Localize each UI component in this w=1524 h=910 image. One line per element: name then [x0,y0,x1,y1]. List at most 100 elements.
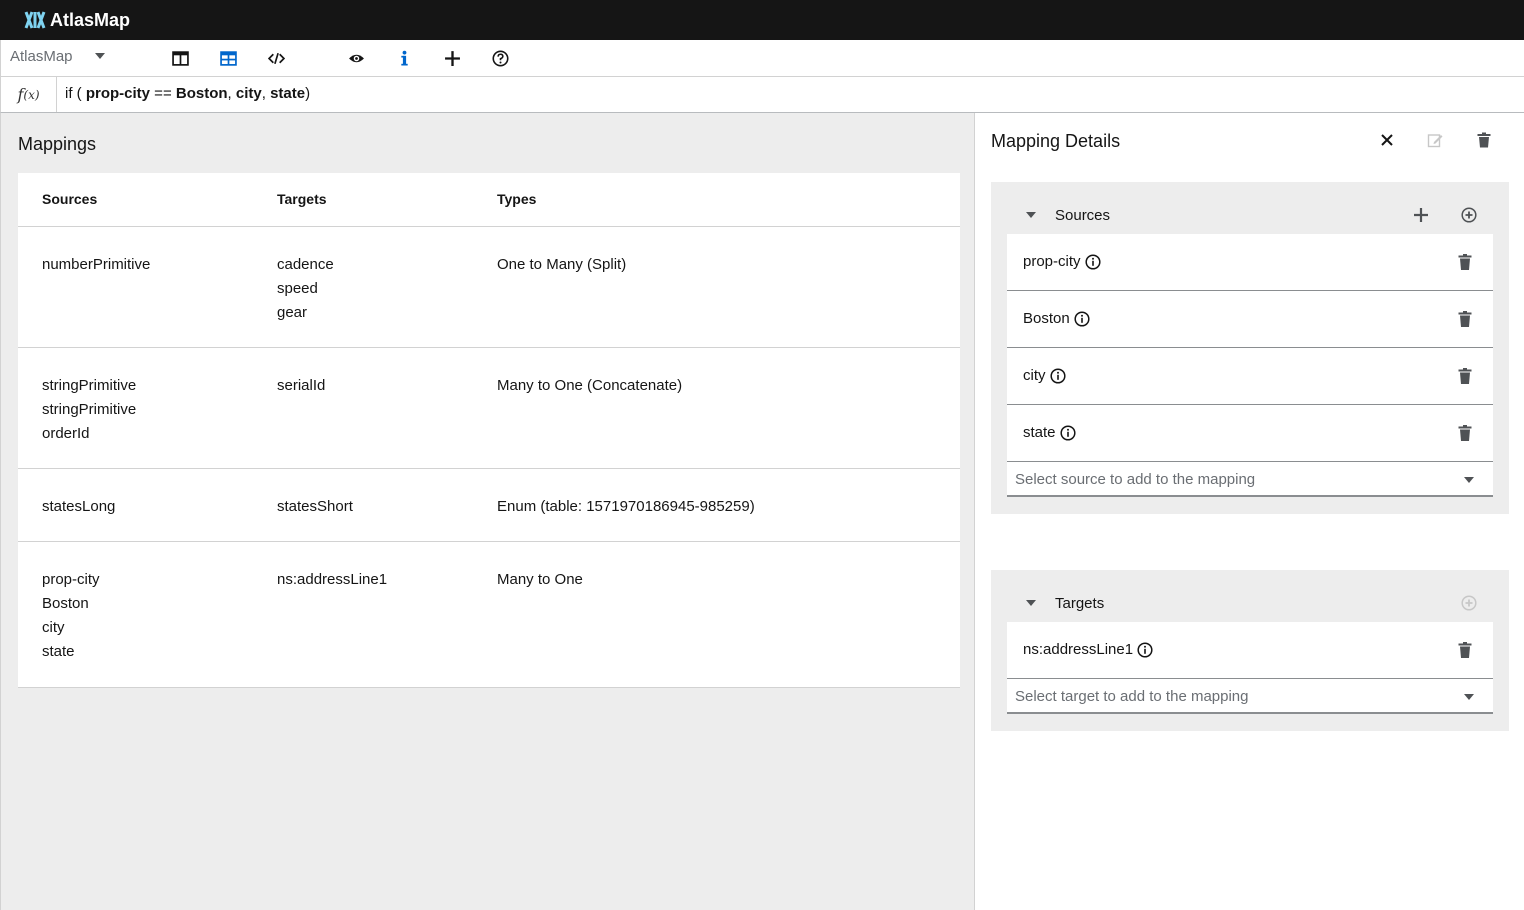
targets-panel-title: Targets [1055,595,1105,612]
source-field: city [42,619,65,636]
brand-name: AtlasMap [50,9,131,30]
info-circle-icon[interactable] [1074,310,1090,327]
target-select[interactable]: Select target to add to the mapping [1007,679,1493,714]
targets-cell: serialId [277,374,325,398]
trash-icon[interactable] [1457,367,1473,385]
plus-icon [1414,208,1428,222]
add-source-button[interactable] [1412,206,1430,224]
collapse-icon[interactable] [1026,600,1036,606]
info-circle-icon[interactable] [1084,253,1101,270]
targets-panel: Targets ns:addressLine1 Select target to… [991,570,1509,731]
source-field: orderId [42,425,90,442]
targets-cell: cadence speed gear [277,253,334,325]
table-header: Sources Targets Types [18,173,960,227]
trash-icon[interactable] [1457,424,1473,442]
source-field-name: Boston [1023,310,1090,327]
target-field: gear [277,304,308,321]
caret-down-icon [1464,477,1474,483]
source-field: numberPrimitive [42,256,151,273]
sources-panel: Sources prop-city Boston city state Sele… [991,182,1509,514]
source-field: stringPrimitive [42,377,137,394]
plus-circle-icon [1461,595,1477,611]
columns-view-icon [171,50,189,66]
source-field: state [42,643,75,660]
trash-icon[interactable] [1457,641,1473,659]
type-cell: Many to One (Concatenate) [497,377,683,394]
sources-panel-header[interactable]: Sources [991,182,1509,234]
targets-panel-header[interactable]: Targets [991,570,1509,622]
expression-input[interactable]: if ( prop-city == Boston, city, state) [65,85,310,102]
plus-circle-icon [1461,207,1477,223]
document-selector[interactable]: AtlasMap [10,48,105,65]
add-mapping-button[interactable] [442,48,462,68]
close-details-button[interactable] [1379,129,1395,151]
mappings-table: Sources Targets Types numberPrimitive ca… [18,173,960,688]
table-row[interactable]: statesLong statesShort Enum (table: 1571… [18,469,960,542]
type-cell: One to Many (Split) [497,256,627,273]
mappings-pane: Mappings Sources Targets Types numberPri… [0,113,975,910]
delete-mapping-button[interactable] [1476,129,1492,151]
source-select[interactable]: Select source to add to the mapping [1007,462,1493,497]
sources-cell: statesLong [42,495,115,519]
table-view-button[interactable] [218,48,238,68]
add-transformation-button[interactable] [1460,206,1478,224]
source-field: Boston [42,595,89,612]
function-icon[interactable]: f (x) [1,77,57,112]
expr-field: state [270,85,306,102]
field-label: city [1023,367,1046,384]
info-circle-icon[interactable] [1049,367,1066,384]
collapse-icon[interactable] [1026,212,1036,218]
target-field: speed [277,280,318,297]
brand[interactable]: AtlasMap [24,10,130,31]
target-select-placeholder: Select target to add to the mapping [1015,688,1249,705]
expr-text: , [261,85,271,102]
source-field-row[interactable]: prop-city [1007,234,1493,291]
target-field-row[interactable]: ns:addressLine1 [1007,622,1493,679]
sources-panel-title: Sources [1055,207,1111,224]
add-target-transformation-button[interactable] [1460,594,1478,612]
trash-icon[interactable] [1457,253,1473,271]
source-field: stringPrimitive [42,401,137,418]
source-field-row[interactable]: city [1007,348,1493,405]
column-header-sources: Sources [42,191,98,207]
source-field-row[interactable]: Boston [1007,291,1493,348]
target-field: cadence [277,256,334,273]
expr-field: city [235,85,262,102]
type-cell: Enum (table: 1571970186945-985259) [497,498,755,515]
targets-cell: ns:addressLine1 [277,568,387,592]
source-field-name: prop-city [1023,253,1101,270]
sources-cell: stringPrimitive stringPrimitive orderId [42,374,136,446]
edit-mapping-button[interactable] [1427,129,1443,151]
column-header-types: Types [497,191,537,207]
table-row[interactable]: prop-city Boston city state ns:addressLine1… [18,542,960,687]
info-circle-icon[interactable] [1137,641,1153,658]
target-field: statesShort [277,498,353,515]
info-button[interactable] [394,48,414,68]
eye-icon [348,54,364,62]
help-button[interactable] [490,48,510,68]
mapping-details-pane: Mapping Details Sources prop-city Boston [975,113,1524,910]
columns-view-button[interactable] [170,48,190,68]
help-icon [491,49,509,67]
info-circle-icon[interactable] [1059,424,1076,441]
sources-cell: numberPrimitive [42,253,150,277]
expression-bar: f (x) if ( prop-city == Boston, city, sta… [0,77,1524,113]
target-field: serialId [277,377,326,394]
type-cell: Many to One [497,571,583,588]
code-button[interactable] [266,48,286,68]
expr-text: , [227,85,236,102]
table-row[interactable]: numberPrimitive cadence speed gear One to … [18,227,960,348]
expr-text: == [150,85,176,102]
target-field: ns:addressLine1 [277,571,388,588]
mappings-title: Mappings [18,134,97,154]
table-view-icon [219,50,237,66]
caret-down-icon [95,53,105,59]
expr-text: if ( [65,85,86,102]
expr-field: prop-city [85,85,151,102]
trash-icon[interactable] [1457,310,1473,328]
show-preview-button[interactable] [346,48,366,68]
expr-field: Boston [175,85,228,102]
field-label: prop-city [1023,253,1081,270]
table-row[interactable]: stringPrimitive stringPrimitive orderId se… [18,348,960,469]
source-field-row[interactable]: state [1007,405,1493,462]
